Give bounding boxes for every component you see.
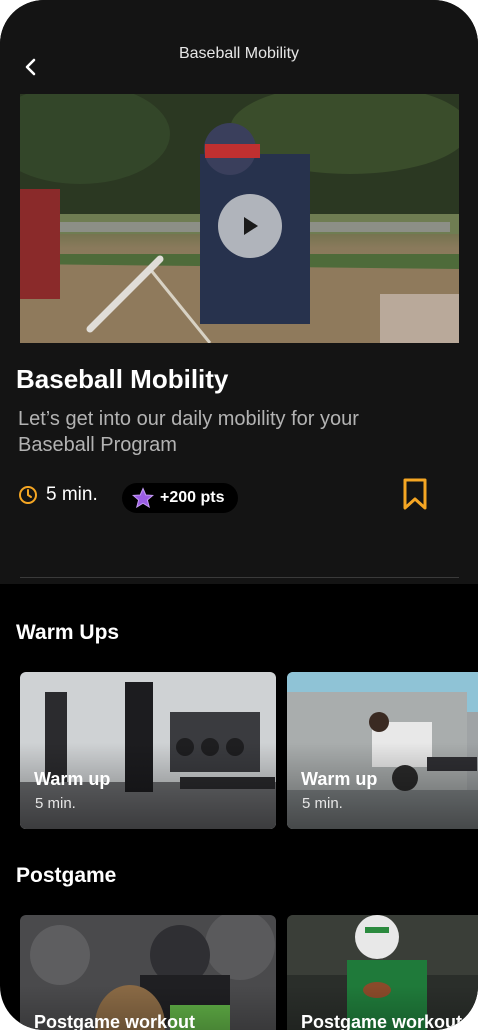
bookmark-icon	[403, 478, 427, 510]
play-button[interactable]	[218, 194, 282, 258]
program-title: Baseball Mobility	[16, 364, 229, 394]
divider	[20, 577, 459, 578]
star-icon	[132, 487, 154, 509]
points-label: +200 pts	[160, 489, 225, 506]
workout-card[interactable]: Postgame workout	[20, 915, 276, 1030]
card-title: Warm up	[301, 769, 378, 789]
page-title: Baseball Mobility	[178, 45, 300, 62]
program-video-thumbnail[interactable]	[20, 94, 459, 343]
card-duration: 5 min.	[35, 795, 76, 812]
workout-card[interactable]: Postgame workout	[287, 915, 478, 1030]
bookmark-button[interactable]	[400, 477, 430, 511]
workout-card[interactable]: Warm up 5 min.	[20, 672, 276, 829]
program-description: Let’s get into our daily mobility for yo…	[18, 408, 359, 456]
card-title: Warm up	[34, 769, 111, 789]
card-duration: 5 min.	[302, 795, 343, 812]
duration-label: 5 min.	[46, 484, 98, 505]
card-title: Postgame workout	[301, 1012, 463, 1030]
program-duration: 5 min.	[18, 484, 98, 506]
section-title-warm-ups: Warm Ups	[16, 621, 120, 644]
phone-screen: Baseball Mobility Baseball Mobility Let’…	[0, 0, 478, 1030]
card-title: Postgame workout	[34, 1012, 196, 1030]
points-badge: +200 pts	[122, 483, 239, 513]
play-icon	[244, 217, 258, 235]
clock-icon	[19, 486, 37, 504]
section-title-postgame: Postgame	[16, 864, 117, 887]
workout-card[interactable]: Warm up 5 min.	[287, 672, 478, 829]
program-header-panel: Baseball Mobility Baseball Mobility Let’…	[0, 0, 478, 584]
